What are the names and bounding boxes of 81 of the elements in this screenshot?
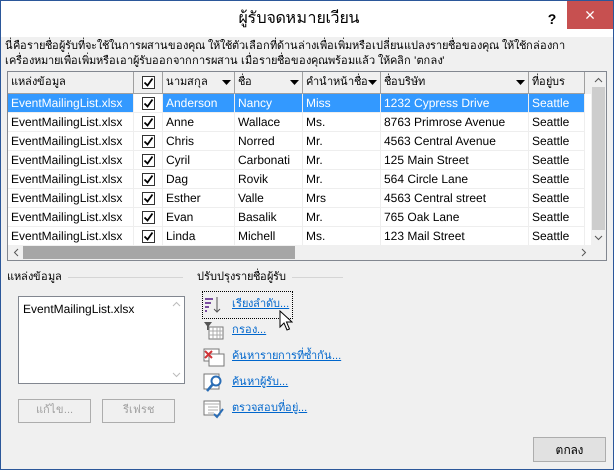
table-cell: Esther bbox=[163, 189, 235, 208]
table-cell: Mr. bbox=[303, 170, 381, 189]
checkbox[interactable] bbox=[142, 154, 154, 166]
table-cell: Evan bbox=[163, 208, 235, 227]
mouse-pointer-icon bbox=[279, 310, 293, 332]
data-source-list[interactable]: EventMailingList.xlsx bbox=[18, 296, 185, 384]
table-cell: Seattle bbox=[529, 113, 585, 132]
vertical-scrollbar[interactable] bbox=[591, 72, 606, 245]
dropdown-arrow-icon[interactable] bbox=[222, 80, 231, 85]
column-header[interactable]: นามสกุล bbox=[166, 74, 208, 91]
table-cell: Miss bbox=[303, 94, 381, 113]
table-cell: 564 Circle Lane bbox=[381, 170, 529, 189]
table-cell: Anderson bbox=[163, 94, 235, 113]
table-cell: 1232 Cypress Drive bbox=[381, 94, 529, 113]
table-cell: Ms. bbox=[303, 113, 381, 132]
group-label: ปรับปรุงรายชื่อผู้รับ bbox=[197, 269, 286, 286]
table-cell: EventMailingList.xlsx bbox=[8, 94, 134, 113]
horizontal-scrollbar[interactable] bbox=[8, 245, 606, 260]
window-title: ผู้รับจดหมายเวียน bbox=[238, 8, 360, 30]
checkbox[interactable] bbox=[142, 172, 154, 186]
refine-link[interactable]: เรียงลำดับ... bbox=[229, 294, 292, 315]
calendar-check-icon[interactable] bbox=[203, 398, 225, 418]
table-cell: Rovik bbox=[235, 170, 303, 189]
checkbox[interactable] bbox=[142, 210, 154, 224]
table-cell: EventMailingList.xlsx bbox=[8, 189, 134, 208]
table-cell: EventMailingList.xlsx bbox=[8, 208, 134, 227]
column-header[interactable]: ชื่อบริษัท bbox=[384, 74, 425, 91]
table-cell: EventMailingList.xlsx bbox=[8, 151, 134, 170]
table-cell: EventMailingList.xlsx bbox=[8, 170, 134, 189]
table-cell: Seattle bbox=[529, 189, 585, 208]
list-item[interactable]: EventMailingList.xlsx bbox=[23, 300, 165, 318]
refine-link[interactable]: กรอง... bbox=[229, 320, 270, 341]
table-cell: 4563 Central street bbox=[381, 189, 529, 208]
table-cell: Mr. bbox=[303, 132, 381, 151]
refine-link[interactable]: ตรวจสอบที่อยู่... bbox=[229, 398, 310, 419]
duplicate-list-icon[interactable] bbox=[203, 346, 225, 366]
checkbox[interactable] bbox=[142, 116, 154, 128]
checkbox[interactable] bbox=[142, 76, 154, 89]
table-cell: Mr. bbox=[303, 151, 381, 170]
checkbox[interactable] bbox=[142, 230, 154, 242]
table-cell: EventMailingList.xlsx bbox=[8, 132, 134, 151]
column-header[interactable]: แหล่งข้อมูล bbox=[11, 74, 66, 91]
table-cell: Chris bbox=[163, 132, 235, 151]
table-cell: Seattle bbox=[529, 94, 585, 113]
table-cell: Mrs bbox=[303, 189, 381, 208]
column-header[interactable]: ชื่อ bbox=[238, 74, 252, 91]
table-cell: 8763 Primrose Avenue bbox=[381, 113, 529, 132]
filter-icon[interactable] bbox=[203, 320, 225, 340]
table-cell: Nancy bbox=[235, 94, 303, 113]
table-cell: Cyril bbox=[163, 151, 235, 170]
refine-link[interactable]: ค้นหาผู้รับ... bbox=[229, 372, 292, 393]
table-cell: Seattle bbox=[529, 208, 585, 227]
group-label: แหล่งข้อมูล bbox=[7, 270, 62, 285]
table-cell: Carbonati bbox=[235, 151, 303, 170]
table-cell: Basalik bbox=[235, 208, 303, 227]
table-cell: Seattle bbox=[529, 151, 585, 170]
table-cell: Seattle bbox=[529, 170, 585, 189]
table-cell: Dag bbox=[163, 170, 235, 189]
refine-link[interactable]: ค้นหารายการที่ซ้ำกัน... bbox=[229, 346, 344, 367]
table-cell: 765 Oak Lane bbox=[381, 208, 529, 227]
table-cell: Seattle bbox=[529, 132, 585, 151]
table-cell: Wallace bbox=[235, 113, 303, 132]
checkbox[interactable] bbox=[142, 96, 154, 110]
close-button[interactable]: × bbox=[567, 1, 613, 29]
table-cell: Mr. bbox=[303, 208, 381, 227]
ok-button[interactable]: ตกลง bbox=[533, 437, 606, 462]
table-cell: Norred bbox=[235, 132, 303, 151]
table-cell: 4563 Central Avenue bbox=[381, 132, 529, 151]
help-button[interactable]: ? bbox=[537, 8, 567, 30]
checkbox[interactable] bbox=[142, 134, 154, 148]
description-text: นี่คือรายชื่อผู้รับที่จะใช้ในการผสานของคุณ ให้ใช้ตัวเลือกที่ด้านล่างเพื่อเพิ่มหรือเปลี่ยนแปลงรายชื่อของคุณ ให้ใช้กล่องกาเครื่องหมายเพื่อเพิ่มหรือเอาผู้รับออกจากการผสาน เมื่อรายชื่อของคุณพร้อมแล้ว ให้คลิก 'ตกลง' bbox=[1, 37, 613, 69]
checkbox[interactable] bbox=[142, 192, 154, 204]
table-cell: Anne bbox=[163, 113, 235, 132]
dropdown-arrow-icon[interactable] bbox=[290, 80, 299, 85]
column-header[interactable]: คำนำหน้าชื่อ bbox=[306, 74, 368, 91]
dropdown-arrow-icon[interactable] bbox=[368, 80, 377, 85]
table-cell: 125 Main Street bbox=[381, 151, 529, 170]
table-cell: EventMailingList.xlsx bbox=[8, 113, 134, 132]
column-header[interactable]: ที่อยู่บร bbox=[532, 74, 565, 91]
dropdown-arrow-icon[interactable] bbox=[516, 80, 525, 85]
table-cell: Valle bbox=[235, 189, 303, 208]
